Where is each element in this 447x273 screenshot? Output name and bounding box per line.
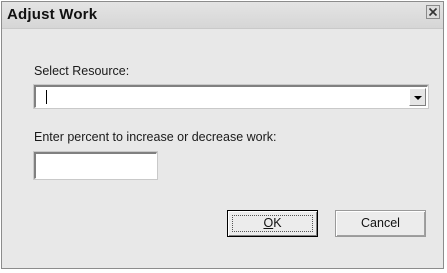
focus-rectangle — [232, 215, 313, 232]
resource-combobox[interactable] — [34, 85, 428, 108]
chevron-down-icon — [414, 96, 422, 100]
title-bar[interactable]: Adjust Work — [2, 2, 443, 29]
cancel-button[interactable]: Cancel — [335, 210, 426, 237]
resource-dropdown-button[interactable] — [409, 88, 426, 106]
ok-button[interactable]: OK — [227, 210, 318, 237]
close-button[interactable] — [426, 5, 440, 19]
text-caret — [46, 90, 47, 104]
percent-input[interactable] — [34, 152, 157, 179]
close-icon — [428, 7, 438, 17]
select-resource-label: Select Resource: — [34, 64, 130, 78]
percent-label: Enter percent to increase or decrease wo… — [34, 130, 277, 144]
adjust-work-dialog: Adjust Work Select Resource: Enter perce… — [1, 1, 444, 269]
dialog-title: Adjust Work — [7, 6, 98, 23]
